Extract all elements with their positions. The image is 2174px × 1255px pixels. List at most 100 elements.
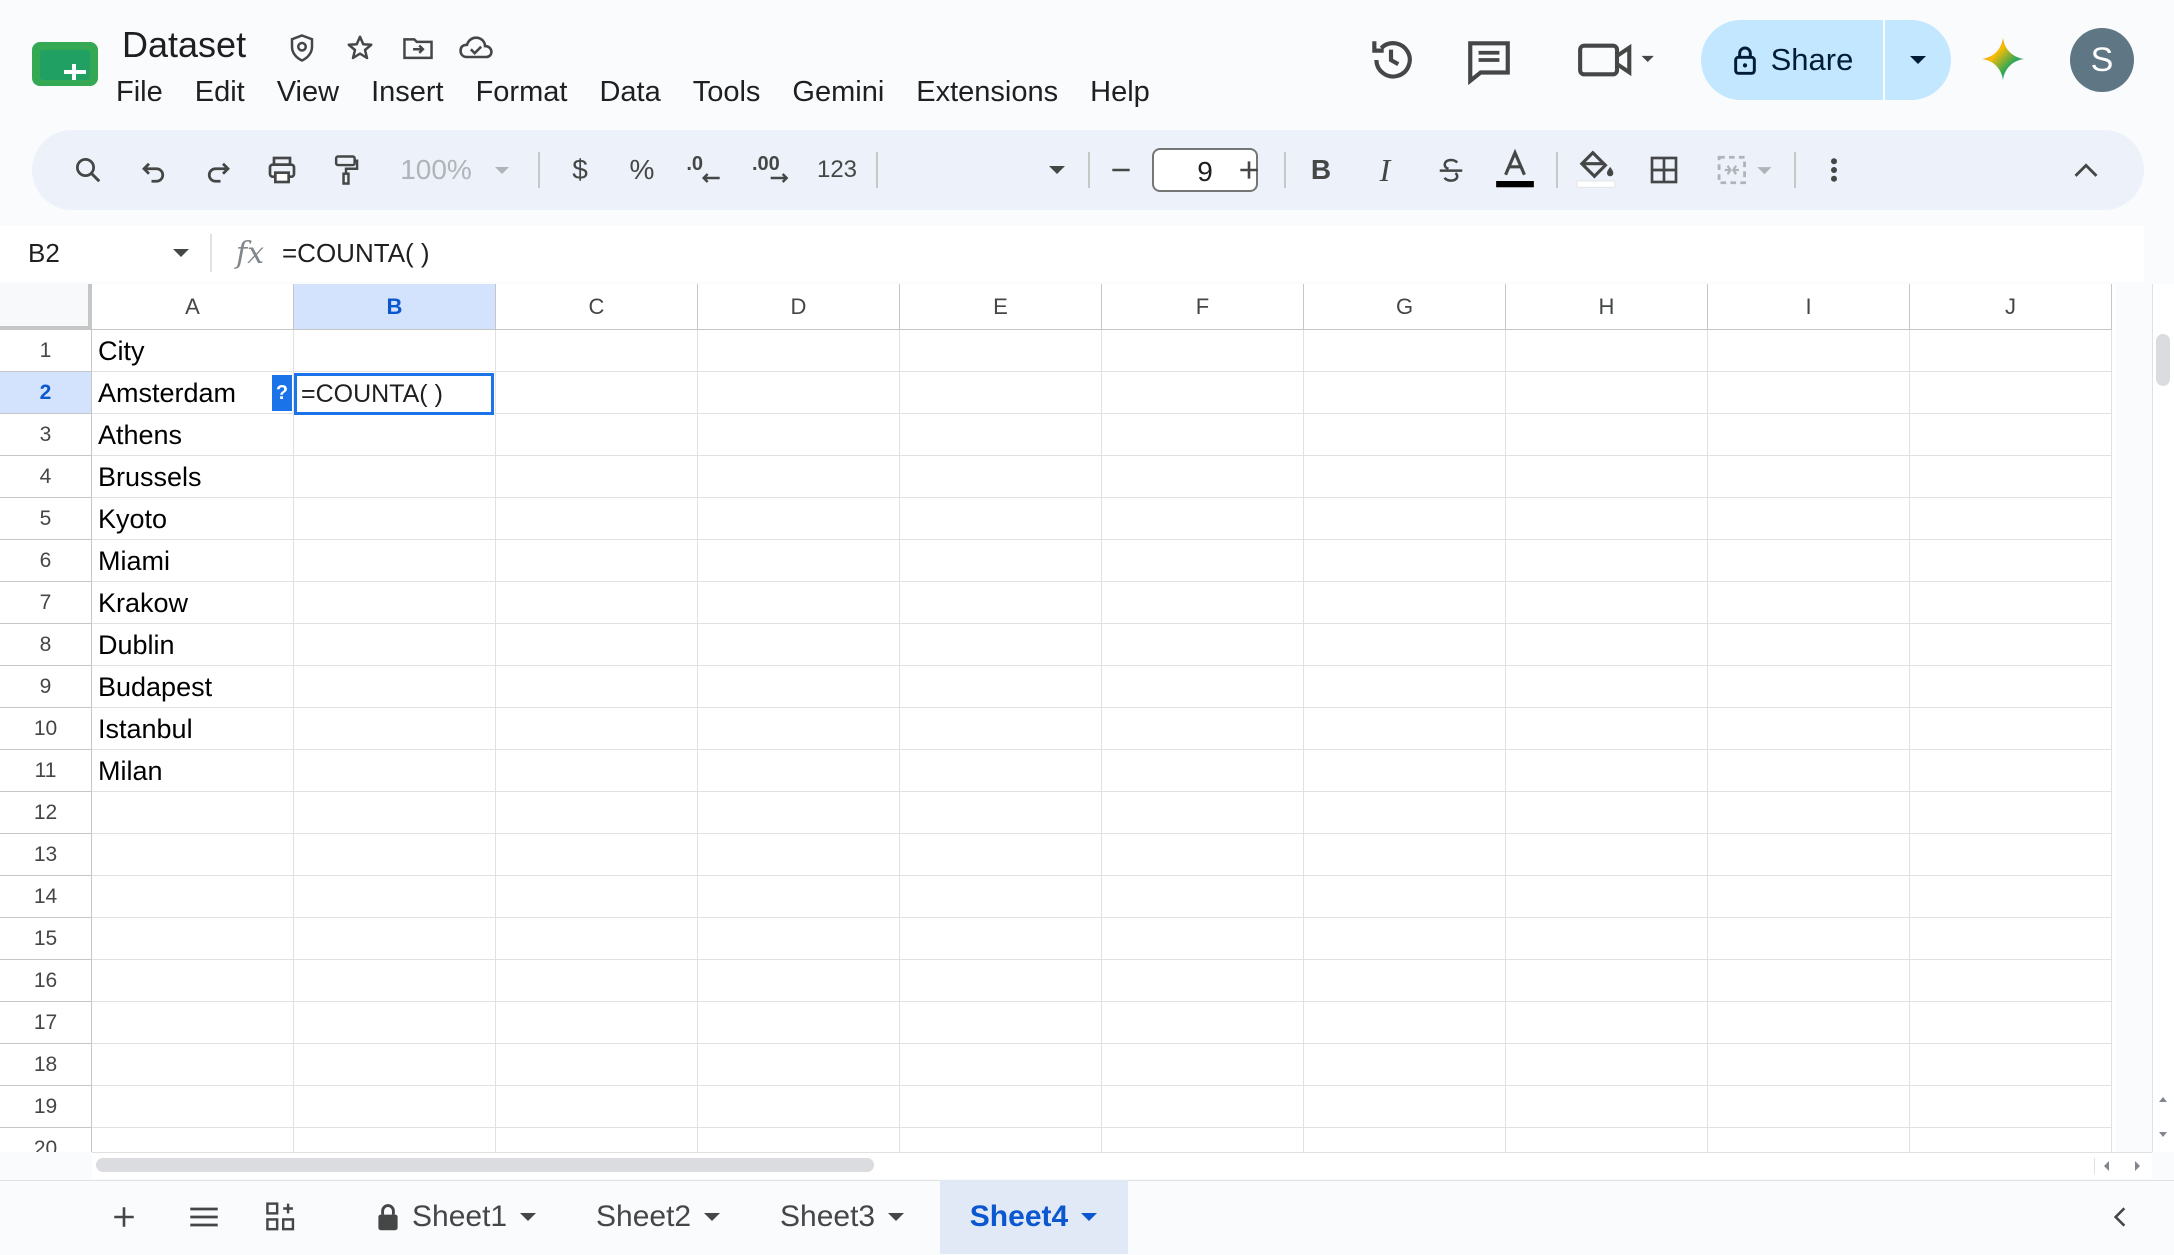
decrease-font-size-button[interactable] — [1098, 130, 1144, 210]
percent-format-button[interactable]: % — [618, 130, 666, 210]
gemini-sparkle-icon[interactable] — [1980, 36, 2026, 82]
increase-font-size-button[interactable] — [1226, 130, 1272, 210]
borders-icon[interactable] — [1638, 130, 1690, 210]
explore-sheets-icon[interactable] — [262, 1180, 302, 1254]
menu-data[interactable]: Data — [591, 72, 668, 112]
menu-tools[interactable]: Tools — [685, 72, 769, 112]
row-header[interactable]: 4 — [0, 456, 92, 498]
increase-decimal-button[interactable]: .00 — [746, 130, 802, 210]
row-header[interactable]: 11 — [0, 750, 92, 792]
document-title[interactable]: Dataset — [122, 24, 246, 66]
vertical-scroll-thumb[interactable] — [2156, 334, 2170, 386]
decrease-decimal-button[interactable]: .0 — [680, 130, 730, 210]
menu-file[interactable]: File — [108, 72, 171, 112]
cell-a7[interactable]: Krakow — [98, 588, 188, 619]
row-header[interactable]: 2 — [0, 372, 92, 414]
scroll-right-arrow-icon[interactable] — [2128, 1158, 2146, 1174]
row-header[interactable]: 5 — [0, 498, 92, 540]
side-panel-toggle-icon[interactable] — [2100, 1180, 2140, 1254]
row-header[interactable]: 9 — [0, 666, 92, 708]
column-header[interactable]: D — [698, 284, 900, 330]
add-sheet-icon[interactable] — [104, 1180, 144, 1254]
all-sheets-icon[interactable] — [184, 1180, 224, 1254]
vertical-scrollbar[interactable] — [2152, 284, 2174, 1152]
row-header[interactable]: 3 — [0, 414, 92, 456]
name-box-dropdown-icon[interactable] — [172, 248, 190, 258]
share-button[interactable]: Share — [1701, 20, 1883, 100]
menu-help[interactable]: Help — [1082, 72, 1158, 112]
cell-a5[interactable]: Kyoto — [98, 504, 167, 535]
undo-icon[interactable] — [130, 130, 178, 210]
more-options-icon[interactable] — [1810, 130, 1858, 210]
cell-a2[interactable]: Amsterdam — [98, 378, 236, 409]
version-history-icon[interactable] — [1366, 20, 1416, 100]
menu-gemini[interactable]: Gemini — [784, 72, 892, 112]
cell-a4[interactable]: Brussels — [98, 462, 202, 493]
strikethrough-icon[interactable] — [1426, 130, 1476, 210]
scroll-down-arrow-icon[interactable] — [2154, 1128, 2172, 1142]
cloud-saved-icon[interactable] — [458, 30, 494, 66]
column-header[interactable]: G — [1304, 284, 1506, 330]
cell-a9[interactable]: Budapest — [98, 672, 212, 703]
menu-extensions[interactable]: Extensions — [908, 72, 1066, 112]
cell-a8[interactable]: Dublin — [98, 630, 175, 661]
search-menus-icon[interactable] — [64, 130, 112, 210]
bold-button[interactable]: B — [1298, 130, 1344, 210]
formula-help-button[interactable]: ? — [272, 375, 292, 411]
comments-icon[interactable] — [1464, 20, 1514, 100]
collapse-menus-icon[interactable] — [2060, 130, 2112, 210]
row-header[interactable]: 16 — [0, 960, 92, 1002]
formula-input[interactable]: =COUNTA( ) — [282, 238, 430, 269]
row-header[interactable]: 8 — [0, 624, 92, 666]
horizontal-scroll-thumb[interactable] — [96, 1158, 874, 1172]
row-header[interactable]: 14 — [0, 876, 92, 918]
menu-view[interactable]: View — [269, 72, 347, 112]
row-header[interactable]: 10 — [0, 708, 92, 750]
name-box[interactable]: B2 — [28, 238, 60, 269]
menu-edit[interactable]: Edit — [187, 72, 253, 112]
row-header[interactable]: 6 — [0, 540, 92, 582]
column-header[interactable]: B — [294, 284, 496, 330]
sheet-tab-3[interactable]: Sheet3 — [764, 1180, 921, 1254]
font-family-select[interactable] — [886, 130, 1066, 210]
currency-format-button[interactable]: $ — [556, 130, 604, 210]
column-header[interactable]: F — [1102, 284, 1304, 330]
row-header[interactable]: 12 — [0, 792, 92, 834]
star-icon[interactable] — [342, 30, 378, 66]
move-folder-icon[interactable] — [400, 30, 436, 66]
row-header[interactable]: 1 — [0, 330, 92, 372]
row-header[interactable]: 18 — [0, 1044, 92, 1086]
select-all-corner[interactable] — [0, 284, 92, 330]
zoom-select[interactable]: 100% — [390, 130, 520, 210]
row-header[interactable]: 19 — [0, 1086, 92, 1128]
sheet-tab-4-active[interactable]: Sheet4 — [940, 1180, 1128, 1254]
menu-format[interactable]: Format — [468, 72, 576, 112]
cell-a1[interactable]: City — [98, 336, 145, 367]
row-header[interactable]: 15 — [0, 918, 92, 960]
sheets-logo-icon[interactable] — [32, 38, 102, 90]
column-header[interactable]: I — [1708, 284, 1910, 330]
menu-insert[interactable]: Insert — [363, 72, 452, 112]
more-formats-button[interactable]: 123 — [814, 130, 860, 210]
column-header[interactable]: E — [900, 284, 1102, 330]
column-header[interactable]: H — [1506, 284, 1708, 330]
cell-a3[interactable]: Athens — [98, 420, 182, 451]
account-avatar[interactable]: S — [2070, 28, 2134, 92]
cell-a6[interactable]: Miami — [98, 546, 170, 577]
column-header[interactable]: C — [496, 284, 698, 330]
cell-a11[interactable]: Milan — [98, 756, 163, 787]
meet-call-icon[interactable] — [1574, 20, 1660, 100]
paint-format-icon[interactable] — [322, 130, 370, 210]
merge-cells-icon[interactable] — [1708, 130, 1784, 210]
column-header[interactable]: A — [92, 284, 294, 330]
redo-icon[interactable] — [194, 130, 242, 210]
row-header[interactable]: 13 — [0, 834, 92, 876]
share-options-button[interactable] — [1885, 20, 1951, 100]
italic-button[interactable]: I — [1362, 130, 1408, 210]
row-header[interactable]: 20 — [0, 1128, 92, 1152]
column-header[interactable]: J — [1910, 284, 2112, 330]
sheet-tab-1[interactable]: Sheet1 — [360, 1180, 553, 1254]
scroll-left-arrow-icon[interactable] — [2098, 1158, 2116, 1174]
scroll-up-arrow-icon[interactable] — [2154, 1092, 2172, 1106]
shield-icon[interactable] — [284, 30, 320, 66]
